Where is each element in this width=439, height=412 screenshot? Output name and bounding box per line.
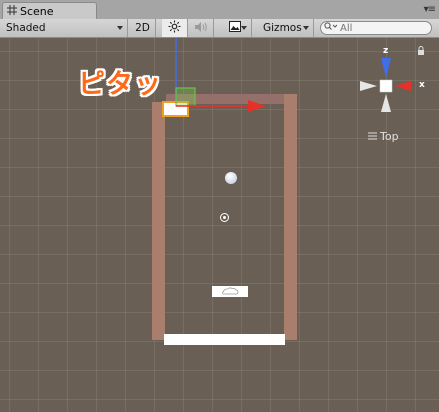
search-input[interactable] bbox=[338, 22, 420, 34]
orientation-gizmo[interactable]: z x bbox=[355, 42, 435, 122]
scene-grid-icon bbox=[7, 4, 17, 18]
shading-mode-dropdown[interactable]: Shaded bbox=[0, 19, 128, 37]
toggle-2d-label: 2D bbox=[135, 22, 150, 34]
shading-mode-label: Shaded bbox=[6, 22, 46, 34]
right-wall[interactable] bbox=[284, 94, 297, 340]
scene-viewport[interactable]: ピタッ z x Top bbox=[0, 38, 439, 412]
speaker-icon bbox=[194, 21, 208, 36]
axis-x-label: x bbox=[419, 80, 425, 90]
left-wall[interactable] bbox=[152, 102, 165, 340]
chevron-down-icon bbox=[303, 26, 309, 30]
gizmos-label: Gizmos bbox=[263, 22, 302, 34]
window-menu-icon[interactable]: ▾≡ bbox=[424, 4, 436, 15]
snap-annotation: ピタッ bbox=[78, 69, 162, 100]
menu-lines-icon bbox=[368, 130, 377, 143]
axis-z-label: z bbox=[383, 46, 389, 56]
cloud-icon bbox=[222, 287, 239, 295]
scene-effects-dropdown[interactable] bbox=[218, 19, 252, 37]
scene-tab-bar: Scene ▾≡ bbox=[0, 0, 439, 20]
gizmos-dropdown[interactable]: Gizmos bbox=[258, 19, 314, 37]
chevron-down-icon bbox=[241, 26, 247, 30]
view-orientation-label[interactable]: Top bbox=[368, 130, 399, 143]
scene-lighting-button[interactable] bbox=[162, 19, 188, 37]
sun-icon bbox=[168, 20, 181, 36]
move-gizmo[interactable] bbox=[150, 38, 275, 123]
scene-audio-button[interactable] bbox=[188, 19, 214, 37]
scene-tab-label: Scene bbox=[20, 4, 54, 18]
view-orientation-text: Top bbox=[380, 130, 399, 143]
ball[interactable] bbox=[225, 172, 237, 184]
scene-pivot-icon[interactable] bbox=[220, 213, 229, 222]
paddle[interactable] bbox=[212, 286, 248, 297]
image-icon bbox=[228, 21, 241, 35]
chevron-down-icon bbox=[117, 26, 123, 30]
search-icon bbox=[324, 22, 338, 34]
scene-search-field[interactable] bbox=[320, 21, 432, 35]
toggle-2d-button[interactable]: 2D bbox=[130, 19, 156, 37]
floor-block[interactable] bbox=[164, 334, 285, 345]
scene-tab[interactable]: Scene bbox=[2, 2, 97, 19]
scene-toolbar: Shaded 2D Gizmos bbox=[0, 19, 439, 38]
lock-icon[interactable] bbox=[417, 45, 425, 58]
